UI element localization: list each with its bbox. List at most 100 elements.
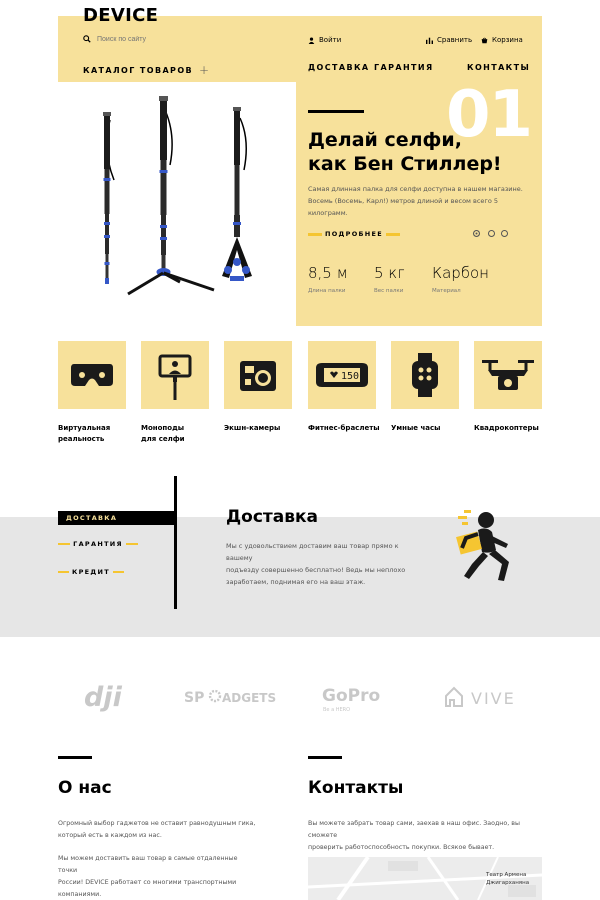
- category-action-cams-label: Экшн-камеры: [224, 424, 281, 432]
- about-dash: [58, 756, 92, 759]
- category-vr-label: Виртуальная реальность: [58, 423, 130, 445]
- fitness-display-value: 150: [341, 371, 359, 382]
- category-smartwatch-label: Умные часы: [391, 424, 441, 432]
- category-drones[interactable]: [474, 341, 542, 409]
- about-p2-line1: Мы можем доставить ваш товар в самые отд…: [58, 855, 238, 874]
- brand-adgets-text: ADGETS: [222, 691, 276, 705]
- brand-gopro-logo[interactable]: GoPro Be a HERO: [322, 684, 402, 714]
- category-monopods-line2: для селфи: [141, 435, 185, 443]
- courier-icon: [456, 510, 509, 581]
- brand-spgadgets-logo[interactable]: SP ADGETS: [184, 686, 292, 708]
- catalog-label: КАТАЛОГ ТОВАРОВ: [83, 65, 194, 75]
- about-title: О нас: [58, 778, 112, 798]
- category-smartwatch[interactable]: [391, 341, 459, 409]
- search-icon: [83, 35, 91, 43]
- compare-icon: [426, 37, 433, 44]
- slide-title: Делай селфи, как Бен Стиллер!: [308, 128, 538, 176]
- compare-label: Сравнить: [437, 36, 473, 44]
- cart-link[interactable]: Корзина: [481, 36, 523, 44]
- monopod-icon: [158, 354, 192, 400]
- category-fitness[interactable]: 150: [308, 341, 376, 409]
- vr-headset-icon: [71, 364, 113, 386]
- spec-length-value: 8,5 м: [308, 264, 348, 282]
- brand-dji-logo[interactable]: dji: [82, 682, 142, 712]
- service-tab-credit[interactable]: КРЕДИТ: [58, 567, 124, 577]
- service-text-line2: подъезду совершенно бесплатно! Ведь мы н…: [226, 566, 406, 574]
- action-camera-icon: [240, 361, 276, 391]
- more-button[interactable]: ПОДРОБНЕЕ: [308, 229, 400, 239]
- slide-title-line2: как Бен Стиллер!: [308, 153, 502, 175]
- service-tab-warranty[interactable]: ГАРАНТИЯ: [58, 539, 138, 549]
- service-text-line3: заработаем, поднимая его на ваш этаж.: [226, 578, 366, 586]
- contacts-map[interactable]: Театр Армена Джигарханяна: [308, 857, 542, 900]
- plus-icon: +: [199, 63, 211, 77]
- about-p1-line2: который есть в каждом из нас.: [58, 832, 162, 839]
- nav-contacts[interactable]: КОНТАКТЫ: [467, 63, 530, 72]
- compare-link[interactable]: Сравнить: [426, 36, 472, 44]
- nav-warranty[interactable]: ГАРАНТИЯ: [374, 63, 434, 72]
- contacts-dash: [308, 756, 342, 759]
- cart-icon: [481, 37, 488, 43]
- brand-dji-text: dji: [84, 682, 123, 712]
- map-label: Театр Армена Джигарханяна: [486, 871, 542, 887]
- spec-material-value: Карбон: [432, 264, 489, 282]
- user-icon: [308, 36, 315, 44]
- slide-text-line2: Восемь (Восемь, Карл!) метров длиной и в…: [308, 197, 499, 217]
- service-tab-delivery[interactable]: ДОСТАВКА: [58, 511, 174, 525]
- fitness-band-icon: 150: [316, 363, 368, 387]
- category-monopods[interactable]: [141, 341, 209, 409]
- cart-label: Корзина: [492, 36, 523, 44]
- brand-vive-logo[interactable]: VIVE: [444, 686, 526, 710]
- search-input[interactable]: [97, 35, 247, 43]
- more-button-label: ПОДРОБНЕЕ: [321, 230, 387, 238]
- about-p1-line1: Огромный выбор гаджетов не оставит равно…: [58, 820, 256, 827]
- map-label-line2: Джигарханяна: [486, 880, 530, 886]
- login-label: Войти: [319, 36, 342, 44]
- drone-icon: [482, 360, 534, 390]
- spec-length-label: Длина палки: [308, 288, 346, 294]
- slide-dash: [308, 110, 364, 113]
- catalog-menu[interactable]: КАТАЛОГ ТОВАРОВ +: [83, 63, 210, 77]
- service-tab-warranty-label: ГАРАНТИЯ: [70, 540, 126, 548]
- slide-title-line1: Делай селфи,: [308, 129, 462, 151]
- category-drones-label: Квадрокоптеры: [474, 424, 539, 432]
- category-vr[interactable]: [58, 341, 126, 409]
- nav-delivery[interactable]: ДОСТАВКА: [308, 63, 369, 72]
- contacts-title: Контакты: [308, 778, 404, 798]
- services-divider: [174, 476, 177, 609]
- spec-weight-value: 5 кг: [374, 264, 405, 282]
- slide-description: Самая длинная палка для селфи доступна в…: [308, 183, 528, 219]
- spec-weight-label: Вес палки: [374, 288, 404, 294]
- login-link[interactable]: Войти: [308, 36, 341, 44]
- search-bar[interactable]: [83, 35, 247, 43]
- monopod-product-image: [103, 96, 252, 296]
- category-action-cams[interactable]: [224, 341, 292, 409]
- brand-gopro-text: GoPro: [322, 686, 380, 706]
- service-tab-credit-label: КРЕДИТ: [69, 568, 113, 576]
- slider-dot-3[interactable]: [501, 230, 508, 237]
- about-p2-line2: России! DEVICE работает со многими транс…: [58, 879, 237, 898]
- slider-dot-1[interactable]: [473, 230, 480, 237]
- category-fitness-label: Фитнес-браслеты: [308, 424, 380, 432]
- about-paragraph-1: Огромный выбор гаджетов не оставит равно…: [58, 818, 258, 842]
- slider-dot-2[interactable]: [488, 230, 495, 237]
- contacts-p1-line1: Вы можете забрать товар сами, заехав в н…: [308, 820, 520, 839]
- contacts-p1-line2: проверить работоспособность покупки. Вся…: [308, 844, 495, 851]
- brand-vive-text: VIVE: [471, 689, 516, 708]
- category-monopods-line1: Моноподы: [141, 424, 185, 432]
- category-monopods-label: Моноподы для селфи: [141, 423, 213, 445]
- slide-text-line1: Самая длинная палка для селфи доступна в…: [308, 185, 523, 193]
- map-label-line1: Театр Армена: [486, 872, 527, 878]
- service-text: Мы с удовольствием доставим ваш товар пр…: [226, 540, 416, 588]
- category-vr-line1: Виртуальная: [58, 424, 111, 432]
- service-title: Доставка: [226, 507, 318, 527]
- smartwatch-icon: [412, 353, 438, 397]
- site-logo[interactable]: DEVICE: [83, 5, 158, 26]
- brand-gopro-sub: Be a HERO: [323, 707, 350, 713]
- spec-material-label: Материал: [432, 288, 461, 294]
- category-vr-line2: реальность: [58, 435, 105, 443]
- brand-sp-text: SP: [184, 690, 204, 706]
- about-paragraph-2: Мы можем доставить ваш товар в самые отд…: [58, 853, 258, 900]
- contacts-paragraph: Вы можете забрать товар сами, заехав в н…: [308, 818, 542, 854]
- service-text-line1: Мы с удовольствием доставим ваш товар пр…: [226, 542, 399, 562]
